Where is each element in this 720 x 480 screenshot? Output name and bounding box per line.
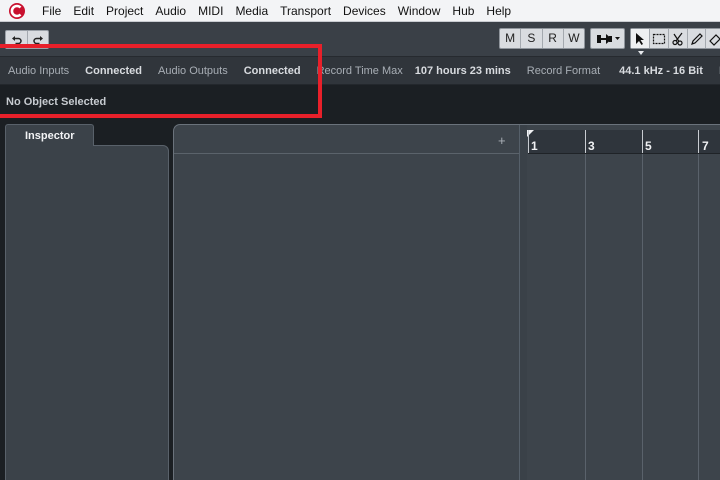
menu-transport[interactable]: Transport [274,0,337,22]
mute-button[interactable]: M [500,29,520,48]
menu-help[interactable]: Help [480,0,517,22]
menu-bar: File Edit Project Audio MIDI Media Trans… [0,0,720,22]
ruler-bar-label: 1 [531,139,538,153]
ruler-bar-label: 3 [588,139,595,153]
project-window: + 1 3 5 7 [173,124,720,480]
inspector-tab-label: Inspector [25,130,75,142]
ruler[interactable] [528,130,720,154]
menu-audio[interactable]: Audio [149,0,192,22]
solo-button[interactable]: S [520,29,541,48]
record-time-max-value[interactable]: 107 hours 23 mins [403,65,519,77]
object-selection-tool-button[interactable] [631,29,650,48]
event-grid-line [585,154,586,480]
ruler-bar-label: 7 [702,139,709,153]
pencil-icon [690,32,703,45]
track-list-header: + [174,125,520,154]
active-tool-indicator-icon [638,51,644,55]
menu-edit[interactable]: Edit [67,0,100,22]
arrow-icon [636,32,645,45]
route-icon [596,33,620,44]
menu-window[interactable]: Window [392,0,447,22]
draw-tool-button[interactable] [686,29,706,48]
menu-devices[interactable]: Devices [337,0,392,22]
event-grid-line [642,154,643,480]
highlight-box [0,44,322,118]
range-selection-tool-button[interactable] [649,29,668,48]
tool-buttons-group [630,28,720,49]
eraser-icon [709,33,720,46]
split-scissors-icon [672,32,683,46]
inspector-panel [5,145,169,480]
ruler-bar-tick [528,130,529,153]
record-time-max-label: Record Time Max [316,64,403,77]
auto-scroll-button[interactable] [590,28,625,49]
menu-media[interactable]: Media [229,0,274,22]
cubase-window: File Edit Project Audio MIDI Media Trans… [0,0,720,480]
track-list-divider[interactable] [519,125,527,480]
ruler-bar-tick [585,130,586,153]
status-extra-label: F [711,65,720,77]
record-format-value[interactable]: 44.1 kHz - 16 Bit [600,65,711,77]
record-format-label: Record Format [526,64,601,77]
read-automation-button[interactable]: R [541,29,563,48]
write-automation-button[interactable]: W [562,29,584,48]
menu-hub[interactable]: Hub [446,0,480,22]
event-grid-line [698,154,699,480]
menu-midi[interactable]: MIDI [192,0,229,22]
menu-file[interactable]: File [36,0,67,22]
split-tool-button[interactable] [668,29,687,48]
ruler-bar-label: 5 [645,139,652,153]
ruler-bar-tick [642,130,643,153]
mute-solo-read-write-group: M S R W [499,28,585,49]
menu-project[interactable]: Project [100,0,149,22]
cubase-logo-icon[interactable] [4,0,30,22]
erase-tool-button[interactable] [705,29,720,48]
range-select-icon [653,33,666,44]
inspector-tab-joint [6,144,93,147]
add-track-icon[interactable]: + [498,134,506,147]
ruler-bar-tick [698,130,699,153]
